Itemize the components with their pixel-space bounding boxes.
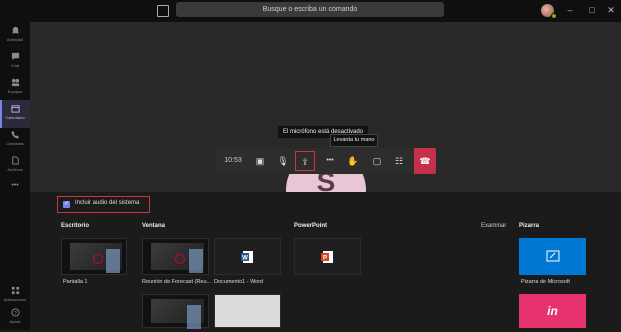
rail-label: Actividad	[6, 37, 24, 42]
mic-muted-icon[interactable]: 🎙	[272, 148, 294, 174]
rail-item-chat[interactable]: Chat	[0, 48, 30, 76]
screen-preview	[151, 299, 204, 329]
svg-text:W: W	[242, 256, 248, 262]
rail-item-more[interactable]: •••	[0, 182, 30, 210]
section-powerpoint: PowerPoint	[294, 223, 328, 229]
more-icon: •••	[11, 182, 19, 189]
powerpoint-file-thumbnail[interactable]: P	[294, 238, 361, 275]
rail-item-help[interactable]: ? Ayuda	[0, 304, 30, 332]
desktop-screen-thumbnail[interactable]	[61, 238, 127, 275]
invision-tile[interactable]: in	[519, 294, 586, 328]
rail-label: Aplicaciones	[3, 297, 27, 302]
rail-label: Llamadas	[6, 141, 24, 146]
camera-off-icon[interactable]: ▣	[249, 148, 271, 174]
search-input[interactable]: Busque o escriba un comando	[176, 2, 444, 17]
checkbox-checked-icon[interactable]: ✓	[63, 201, 70, 208]
help-icon: ?	[10, 308, 20, 317]
window-thumbnail[interactable]	[214, 294, 281, 328]
apps-icon	[11, 286, 19, 295]
rail-label: Calendario	[5, 115, 25, 120]
rail-label: Archivos	[7, 167, 23, 172]
thumbnail-label: Documento1 - Word	[214, 279, 264, 285]
svg-text:P: P	[323, 256, 327, 262]
app-rail: Actividad Chat Equipos Calendario Llamad…	[0, 22, 30, 330]
compose-icon[interactable]	[157, 5, 169, 17]
rail-label: Ayuda	[9, 319, 21, 324]
section-window: Ventana	[142, 223, 166, 229]
screen-preview	[70, 243, 122, 273]
thumbnail-label: Pizarra de Microsoft	[521, 279, 570, 285]
rail-item-calendar[interactable]: Calendario	[0, 100, 30, 128]
minimize-button[interactable]: –	[563, 3, 577, 17]
system-audio-label: Incluir audio del sistema	[75, 200, 140, 206]
bell-icon	[11, 26, 19, 34]
share-screen-button[interactable]: ⇪	[295, 151, 315, 171]
maximize-button[interactable]: □	[585, 3, 599, 17]
presence-badge	[551, 13, 557, 19]
raise-hand-icon[interactable]: ✋	[342, 148, 364, 174]
teams-icon	[11, 78, 19, 87]
more-actions-button[interactable]: •••	[319, 148, 341, 174]
window-thumbnail[interactable]	[142, 294, 209, 329]
rail-item-teams[interactable]: Equipos	[0, 74, 30, 102]
call-controls-bar: 10:53 ▣ 🎙 ⇪ ••• ✋ ▢ ☷ ☎	[216, 148, 436, 174]
rail-label: Equipos	[7, 89, 23, 94]
window-forecast-thumbnail[interactable]	[142, 238, 209, 275]
calendar-icon	[10, 105, 20, 113]
thumbnail-label: Reunión de Forecast (Reu...	[142, 279, 212, 285]
rail-item-files[interactable]: Archivos	[0, 152, 30, 180]
thumbnail-label: Pantalla 1	[63, 279, 88, 285]
chat-icon	[11, 52, 19, 61]
close-button[interactable]: ✕	[604, 3, 618, 17]
whiteboard-icon	[546, 250, 560, 262]
rail-item-activity[interactable]: Actividad	[0, 22, 30, 50]
chat-icon[interactable]: ▢	[366, 148, 388, 174]
screen-preview	[151, 243, 204, 273]
microsoft-whiteboard-tile[interactable]	[519, 238, 586, 275]
word-icon: W	[241, 251, 253, 263]
browse-link[interactable]: Examinar	[481, 223, 506, 229]
window-word-thumbnail[interactable]: W	[214, 238, 281, 275]
hang-up-button[interactable]: ☎	[414, 148, 436, 174]
powerpoint-icon: P	[321, 251, 333, 263]
svg-text:?: ?	[14, 311, 17, 317]
section-desktop: Escritorio	[61, 223, 90, 229]
section-whiteboard: Pizarra	[519, 223, 540, 229]
rail-label: Chat	[10, 63, 20, 68]
participants-icon[interactable]: ☷	[388, 148, 410, 174]
phone-icon	[10, 130, 19, 139]
rail-item-calls[interactable]: Llamadas	[0, 126, 30, 154]
raise-hand-tooltip: Levanta tu mano	[330, 134, 378, 147]
files-icon	[11, 156, 19, 165]
call-timer: 10:53	[224, 157, 242, 164]
